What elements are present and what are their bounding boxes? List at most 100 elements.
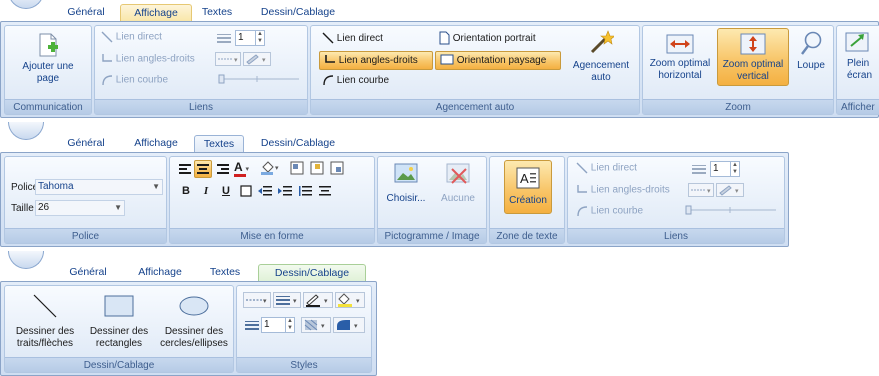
ribbon-body: Ajouter une page Communication Lien dire… bbox=[0, 21, 879, 118]
lien-direct-option[interactable]: Lien direct bbox=[101, 31, 162, 44]
group-title-styles: Styles bbox=[237, 357, 371, 372]
add-page-icon bbox=[39, 33, 58, 57]
orientation-paysage-option[interactable]: Orientation paysage bbox=[435, 51, 561, 70]
group-styles: ▾ ▾ ▾ ▾ 1 ▲ ▼ ▾ ▾ Styles bbox=[236, 285, 372, 373]
lien-courbe-option[interactable]: Lien courbe bbox=[576, 205, 643, 218]
group-title-police: Police bbox=[5, 228, 166, 243]
office-orb-button[interactable] bbox=[8, 0, 44, 9]
lien-angles-option[interactable]: Lien angles-droits bbox=[101, 53, 195, 66]
tab-bar: Général Affichage Textes Dessin/Cablage bbox=[0, 251, 377, 282]
taille-combo[interactable]: 26 ▼ bbox=[35, 200, 125, 216]
text-box-layout-3-button[interactable] bbox=[330, 161, 344, 175]
tab-general[interactable]: Général bbox=[52, 4, 120, 22]
svg-text:▾: ▾ bbox=[262, 57, 266, 64]
tab-textes[interactable]: Textes bbox=[200, 264, 250, 282]
fill-color-button[interactable]: ▾ bbox=[260, 161, 282, 175]
dash-style-dropdown[interactable]: ▾ bbox=[243, 292, 271, 308]
zoom-horizontal-label: Zoom optimal horizontal bbox=[649, 58, 711, 81]
line-style-dropdown[interactable]: ▾ bbox=[688, 183, 714, 197]
loupe-button[interactable]: Loupe bbox=[791, 30, 831, 86]
police-combo[interactable]: Tahoma ▼ bbox=[35, 179, 163, 195]
tab-textes[interactable]: Textes bbox=[194, 135, 244, 153]
line-style-dropdown[interactable]: ▾ bbox=[215, 52, 241, 66]
plein-ecran-button[interactable]: Plein écran bbox=[839, 30, 873, 86]
zoom-horizontal-button[interactable]: Zoom optimal horizontal bbox=[646, 30, 714, 86]
svg-text:▾: ▾ bbox=[293, 298, 297, 305]
tab-dessin-cablage[interactable]: Dessin/Cablage bbox=[248, 135, 348, 153]
line-weight-spinner[interactable]: 1 ▲ ▼ bbox=[235, 30, 265, 46]
aucune-image-button[interactable]: Aucune bbox=[434, 163, 482, 211]
italic-button[interactable]: I bbox=[198, 183, 214, 199]
creation-button[interactable]: A Création bbox=[504, 160, 552, 214]
tab-textes[interactable]: Textes bbox=[192, 4, 242, 22]
paragraph-spacing-button[interactable] bbox=[318, 185, 332, 197]
border-button[interactable] bbox=[240, 185, 252, 197]
agencement-lien-courbe[interactable]: Lien courbe bbox=[319, 73, 392, 89]
agencement-lien-direct[interactable]: Lien direct bbox=[319, 31, 386, 47]
chevron-down-icon[interactable]: ▾ bbox=[245, 166, 249, 173]
line-weight-value: 1 bbox=[713, 163, 719, 174]
line-weight-spinner[interactable]: 1 ▲ ▼ bbox=[261, 317, 295, 333]
ribbon-affichage: Général Affichage Textes Dessin/Cablage … bbox=[0, 0, 879, 118]
agencement-lien-angles[interactable]: Lien angles-droits bbox=[319, 51, 433, 70]
fill-color-dropdown[interactable]: ▾ bbox=[335, 292, 365, 308]
decrease-indent-button[interactable] bbox=[258, 185, 272, 197]
police-value: Tahoma bbox=[38, 181, 74, 192]
lien-courbe-option[interactable]: Lien courbe bbox=[101, 74, 168, 87]
choisir-image-button[interactable]: Choisir... bbox=[382, 163, 430, 211]
chevron-down-icon[interactable]: ▼ bbox=[152, 180, 160, 194]
opacity-slider[interactable] bbox=[217, 74, 301, 84]
tab-affichage[interactable]: Affichage bbox=[124, 264, 196, 282]
increase-indent-button[interactable] bbox=[278, 185, 292, 197]
align-right-button[interactable] bbox=[216, 162, 230, 176]
add-page-button[interactable]: Ajouter une page bbox=[15, 32, 81, 84]
tab-general[interactable]: Général bbox=[52, 135, 120, 153]
spinner-arrows[interactable]: ▲ ▼ bbox=[730, 162, 739, 176]
draw-rectangles-button[interactable]: Dessiner des rectangles bbox=[83, 290, 155, 350]
magnifier-icon bbox=[801, 31, 822, 55]
align-center-button[interactable] bbox=[194, 160, 212, 178]
bold-button[interactable]: B bbox=[178, 183, 194, 199]
lien-direct-option[interactable]: Lien direct bbox=[576, 162, 637, 175]
line-weight-spinner[interactable]: 1 ▲ ▼ bbox=[710, 161, 740, 177]
align-left-button[interactable] bbox=[178, 162, 192, 176]
font-color-button[interactable]: A ▾ bbox=[234, 160, 256, 177]
line-spacing-button[interactable] bbox=[298, 185, 312, 197]
fullscreen-icon bbox=[845, 32, 869, 52]
pattern-icon: ▾ bbox=[304, 319, 325, 331]
office-orb-button[interactable] bbox=[8, 251, 44, 269]
line-arrow-icon bbox=[33, 294, 57, 318]
tab-general[interactable]: Général bbox=[54, 264, 122, 282]
tab-dessin-cablage[interactable]: Dessin/Cablage bbox=[258, 264, 366, 282]
zoom-vertical-button[interactable]: Zoom optimal vertical bbox=[717, 28, 789, 86]
line-color-dropdown[interactable]: ▾ bbox=[243, 52, 271, 66]
line-color-dropdown[interactable]: ▾ bbox=[303, 292, 333, 308]
draw-ellipses-button[interactable]: Dessiner des cercles/ellipses bbox=[157, 290, 231, 350]
image-icon bbox=[394, 163, 418, 183]
underline-button[interactable]: U bbox=[218, 183, 234, 199]
lien-angles-option[interactable]: Lien angles-droits bbox=[576, 184, 670, 197]
orientation-portrait-option[interactable]: Orientation portrait bbox=[435, 31, 539, 47]
text-box-layout-1-button[interactable] bbox=[290, 161, 304, 175]
zoom-vertical-label: Zoom optimal vertical bbox=[722, 59, 784, 82]
tab-affichage[interactable]: Affichage bbox=[120, 135, 192, 153]
paint-bucket-icon: ▾ bbox=[338, 293, 360, 307]
opacity-slider[interactable] bbox=[684, 205, 778, 215]
text-box-layout-2-button[interactable] bbox=[310, 161, 324, 175]
spinner-arrows[interactable]: ▲ ▼ bbox=[285, 318, 294, 332]
draw-lines-button[interactable]: Dessiner des traits/flèches bbox=[9, 290, 81, 350]
pattern-dropdown[interactable]: ▾ bbox=[301, 317, 331, 333]
tab-affichage[interactable]: Affichage bbox=[120, 4, 192, 22]
office-orb-button[interactable] bbox=[8, 122, 44, 140]
tab-dessin-cablage[interactable]: Dessin/Cablage bbox=[248, 4, 348, 22]
lien-courbe-label: Lien courbe bbox=[115, 74, 169, 86]
line-weight-dropdown[interactable]: ▾ bbox=[273, 292, 301, 308]
line-color-dropdown[interactable]: ▾ bbox=[716, 183, 744, 197]
text-box-icon: A bbox=[516, 167, 540, 189]
shape-style-dropdown[interactable]: ▾ bbox=[333, 317, 365, 333]
chevron-down-icon[interactable]: ▼ bbox=[114, 201, 122, 215]
agencement-lien-angles-label: Lien angles-droits bbox=[338, 55, 418, 66]
agencement-auto-button[interactable]: Agencement auto bbox=[567, 30, 635, 86]
lien-angles-label: Lien angles-droits bbox=[115, 53, 195, 65]
spinner-arrows[interactable]: ▲ ▼ bbox=[255, 31, 264, 45]
